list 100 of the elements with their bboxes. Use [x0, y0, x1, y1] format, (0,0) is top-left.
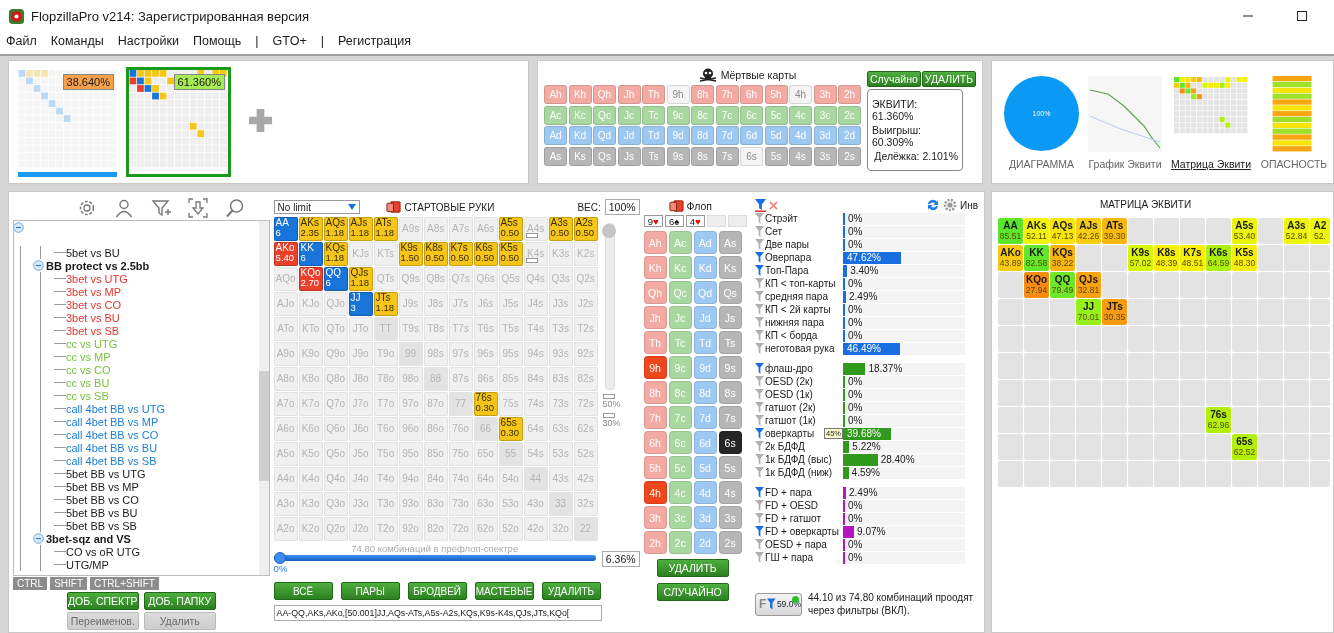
card-button[interactable]: 7d [715, 126, 739, 145]
card-button[interactable]: Kh [568, 85, 592, 104]
refresh-icon[interactable] [925, 198, 940, 212]
menu-item[interactable]: Файл [6, 34, 37, 48]
board-button[interactable]: СЛУЧАЙНО [656, 583, 729, 601]
hand-cell[interactable]: QJo [323, 292, 348, 316]
card-button[interactable]: Ah [544, 85, 567, 104]
hand-cell[interactable]: Q7o [323, 392, 348, 416]
card-button[interactable]: Kd [568, 126, 592, 145]
equity-cell[interactable]: A5s 53.40 [1232, 218, 1257, 244]
hand-cell[interactable]: QTs [373, 267, 398, 291]
hand-cell[interactable]: 97s [448, 342, 473, 366]
card-button[interactable]: 6c [740, 105, 763, 125]
card-button[interactable]: Qc [593, 105, 616, 125]
card-button[interactable]: 4c [789, 105, 812, 125]
filter-icon[interactable] [755, 265, 764, 276]
hand-cell[interactable]: AA 6 [273, 217, 298, 241]
card-button[interactable]: 3h [813, 85, 837, 104]
hand-cell[interactable]: 82s [573, 367, 598, 391]
hand-cell[interactable]: 93o [398, 492, 423, 516]
hand-cell[interactable]: 74o [448, 467, 473, 491]
card-button[interactable]: 6d [693, 431, 717, 454]
hand-cell[interactable]: Q9s [398, 267, 423, 291]
hand-cell[interactable]: T7o [373, 392, 398, 416]
card-button[interactable]: Jd [693, 306, 717, 329]
hand-cell[interactable]: T5s [498, 317, 523, 341]
hand-cell[interactable]: 98o [398, 367, 423, 391]
hand-cell[interactable]: K3o [298, 492, 323, 516]
hand-cell[interactable]: A9s [398, 217, 423, 241]
card-button[interactable]: Js [617, 146, 641, 166]
card-button[interactable]: 5h [643, 456, 667, 479]
slider-thumb[interactable] [601, 224, 616, 238]
collapse-icon[interactable] [33, 533, 44, 544]
hand-cell[interactable]: A3o [273, 492, 298, 516]
hand-cell[interactable]: K5o [298, 442, 323, 466]
card-button[interactable]: 7h [715, 85, 739, 104]
filter-icon[interactable] [755, 226, 764, 237]
card-button[interactable]: 8d [693, 381, 717, 404]
hand-cell[interactable]: A2s 0.50 [573, 217, 598, 241]
person-icon[interactable] [114, 198, 135, 218]
hand-cell[interactable]: A3s 0.50 [548, 217, 573, 241]
hand-cell[interactable]: QTo [323, 317, 348, 341]
filter-icon[interactable] [755, 343, 764, 354]
scrollbar[interactable] [258, 221, 269, 575]
menu-item[interactable]: Команды [50, 34, 104, 48]
equity-cell[interactable]: AKo 43.89 [998, 245, 1023, 271]
card-button[interactable]: As [544, 146, 567, 166]
hand-cell[interactable]: 87o [423, 392, 448, 416]
hand-cell[interactable]: KTs [373, 242, 398, 266]
range-preset-button[interactable]: ВСЁ [273, 582, 333, 600]
tree-item[interactable]: 3bet vs BU [66, 311, 120, 324]
card-button[interactable]: Tc [668, 331, 692, 354]
hand-cell[interactable]: 54o [498, 467, 523, 491]
card-button[interactable]: 3s [813, 146, 837, 166]
hand-cell[interactable]: T8s [423, 317, 448, 341]
card-button[interactable]: Jh [617, 85, 641, 104]
equity-cell[interactable]: AQs 47.13 [1050, 218, 1075, 244]
preset-marker[interactable] [602, 394, 615, 399]
hand-cell[interactable]: J5o [348, 442, 373, 466]
equity-cell[interactable]: A2 52. [1310, 218, 1330, 244]
card-button[interactable]: 3d [693, 506, 717, 529]
card-button[interactable]: 2c [838, 105, 861, 125]
filter-icon[interactable] [755, 239, 764, 250]
card-button[interactable]: As [718, 231, 742, 254]
hand-cell[interactable]: 32s [573, 492, 598, 516]
filter-icon[interactable] [755, 198, 766, 212]
filter-icon[interactable] [755, 513, 764, 524]
hand-cell[interactable]: Q2o [323, 517, 348, 541]
hand-cell[interactable]: 42s [573, 467, 598, 491]
card-button[interactable]: Kc [568, 105, 592, 125]
card-button[interactable]: Kh [643, 256, 667, 279]
filter-icon[interactable] [755, 441, 764, 452]
hand-cell[interactable]: J3s [548, 292, 573, 316]
hand-cell[interactable]: KK 6 [298, 242, 323, 266]
filters-toggle-button[interactable]: F 59.0% [755, 592, 802, 616]
card-button[interactable]: 5s [764, 146, 788, 166]
filter-icon[interactable] [755, 330, 764, 341]
card-button[interactable]: 5d [764, 126, 788, 145]
hand-cell[interactable]: QQ 6 [323, 267, 348, 291]
filter-add-icon[interactable] [151, 198, 172, 218]
card-button[interactable]: Tc [642, 105, 665, 125]
hand-cell[interactable]: 87s [448, 367, 473, 391]
tree-item[interactable]: cc vs CO [66, 363, 111, 376]
dead-cards-button[interactable]: Случайно [867, 71, 921, 87]
modifier-key-button[interactable]: SHIFT [50, 577, 87, 590]
hand-cell[interactable]: ATs 1.18 [373, 217, 398, 241]
filter-icon[interactable] [755, 213, 764, 224]
hand-cell[interactable]: 83o [423, 492, 448, 516]
card-button[interactable]: 7c [668, 406, 692, 429]
hand-cell[interactable]: T9o [373, 342, 398, 366]
hand-cell[interactable]: 95o [398, 442, 423, 466]
filter-icon[interactable] [755, 402, 764, 413]
hand-cell[interactable]: 54s [523, 442, 548, 466]
hand-cell[interactable]: 52s [573, 442, 598, 466]
clear-icon[interactable] [769, 199, 778, 211]
hand-cell[interactable]: J4o [348, 467, 373, 491]
card-button[interactable]: 4h [643, 481, 667, 504]
game-type-dropdown[interactable]: No limit [273, 200, 360, 214]
hand-cell[interactable]: Q4s [523, 267, 548, 291]
weight-field[interactable]: 100% [604, 199, 640, 215]
